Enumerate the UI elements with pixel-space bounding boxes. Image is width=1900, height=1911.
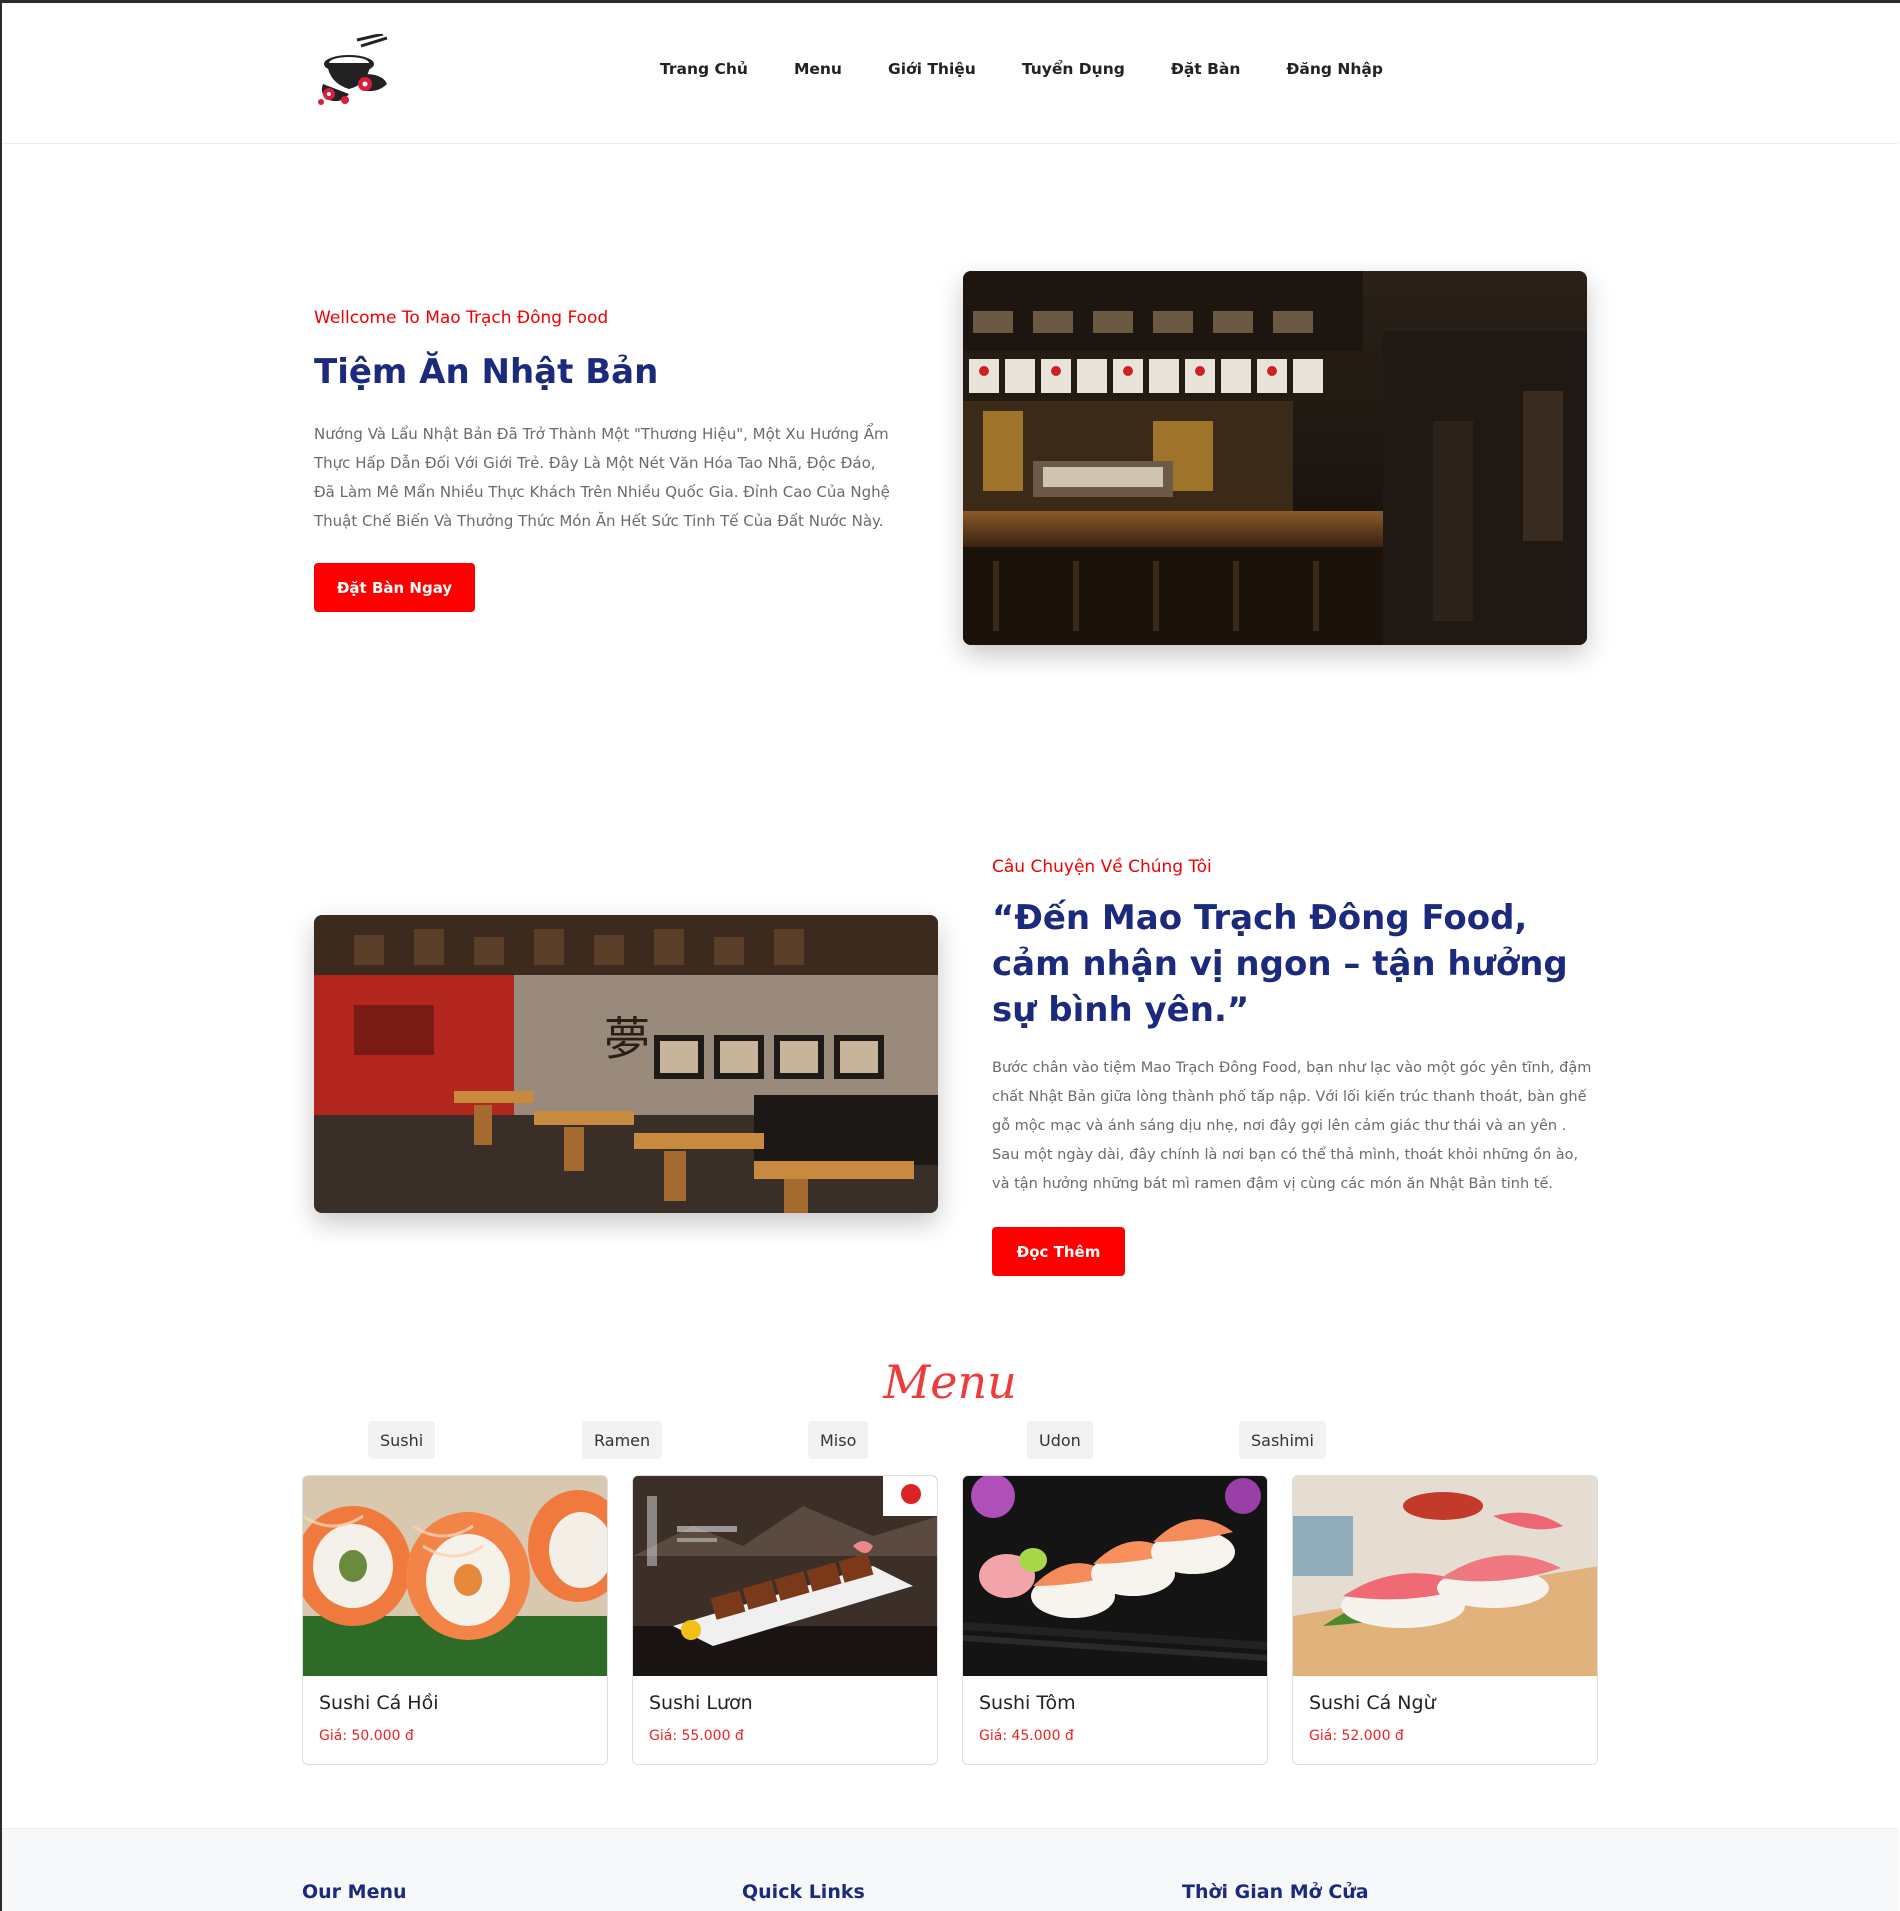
tab-udon[interactable]: Udon (1027, 1421, 1093, 1459)
menu-card-sushi-luon[interactable]: Sushi Lươn Giá: 55.000 đ (632, 1475, 938, 1765)
nav-gioi-thieu[interactable]: Giới Thiệu (888, 60, 976, 78)
menu-item-name: Sushi Tôm (979, 1692, 1076, 1714)
menu-card-sushi-ca-hoi[interactable]: Sushi Cá Hồi Giá: 50.000 đ (302, 1475, 608, 1765)
menu-item-price: Giá: 45.000 đ (979, 1728, 1074, 1744)
main-nav: Trang Chủ Menu Giới Thiệu Tuyển Dụng Đặt… (660, 60, 1429, 78)
restaurant-interior-image (963, 271, 1587, 645)
ramen-bowl-logo[interactable] (315, 32, 391, 108)
menu-item-price: Giá: 50.000 đ (319, 1728, 414, 1744)
svg-text:夢: 夢 (604, 1012, 650, 1066)
dining-room-image: 夢 (314, 915, 938, 1213)
menu-item-price: Giá: 52.000 đ (1309, 1728, 1404, 1744)
footer-heading-our-menu: Our Menu (302, 1881, 407, 1903)
tuna-sushi-image (1293, 1476, 1597, 1676)
story-description: Bước chân vào tiệm Mao Trạch Đông Food, … (992, 1060, 1592, 1192)
menu-item-name: Sushi Cá Ngừ (1309, 1692, 1436, 1714)
nav-dang-nhap[interactable]: Đăng Nhập (1286, 60, 1383, 78)
book-table-button[interactable]: Đặt Bàn Ngay (314, 563, 475, 612)
hero-subtitle: Wellcome To Mao Trạch Đông Food (314, 308, 609, 328)
footer-heading-opening-hours: Thời Gian Mở Cửa (1182, 1881, 1369, 1903)
browser-frame (0, 0, 1900, 1911)
salmon-sushi-image (303, 1476, 607, 1676)
tab-sushi[interactable]: Sushi (368, 1421, 436, 1459)
nav-menu[interactable]: Menu (794, 60, 842, 78)
nav-dat-ban[interactable]: Đặt Bàn (1171, 60, 1241, 78)
footer-heading-quick-links: Quick Links (742, 1881, 865, 1903)
menu-item-name: Sushi Lươn (649, 1692, 753, 1714)
tab-ramen[interactable]: Ramen (582, 1421, 663, 1459)
menu-item-name: Sushi Cá Hồi (319, 1692, 439, 1714)
hero-description: Nướng Và Lẩu Nhật Bản Đã Trở Thành Một "… (314, 425, 890, 530)
tab-sashimi[interactable]: Sashimi (1239, 1421, 1326, 1459)
story-title: “Đến Mao Trạch Đông Food, cảm nhận vị ng… (992, 898, 1568, 1030)
story-subtitle: Câu Chuyện Về Chúng Tôi (992, 857, 1212, 877)
menu-section-title: Menu (883, 1355, 1017, 1409)
nav-tuyen-dung[interactable]: Tuyển Dụng (1022, 60, 1125, 78)
read-more-button[interactable]: Đọc Thêm (992, 1227, 1125, 1276)
menu-item-price: Giá: 55.000 đ (649, 1728, 744, 1744)
nav-trang-chu[interactable]: Trang Chủ (660, 60, 748, 78)
tab-miso[interactable]: Miso (808, 1421, 869, 1459)
menu-card-sushi-tom[interactable]: Sushi Tôm Giá: 45.000 đ (962, 1475, 1268, 1765)
hero-title: Tiệm Ăn Nhật Bản (314, 352, 659, 392)
site-footer (2, 1828, 1898, 1911)
shrimp-sushi-image (963, 1476, 1267, 1676)
menu-card-sushi-ca-ngu[interactable]: Sushi Cá Ngừ Giá: 52.000 đ (1292, 1475, 1598, 1765)
eel-sushi-image (633, 1476, 937, 1676)
